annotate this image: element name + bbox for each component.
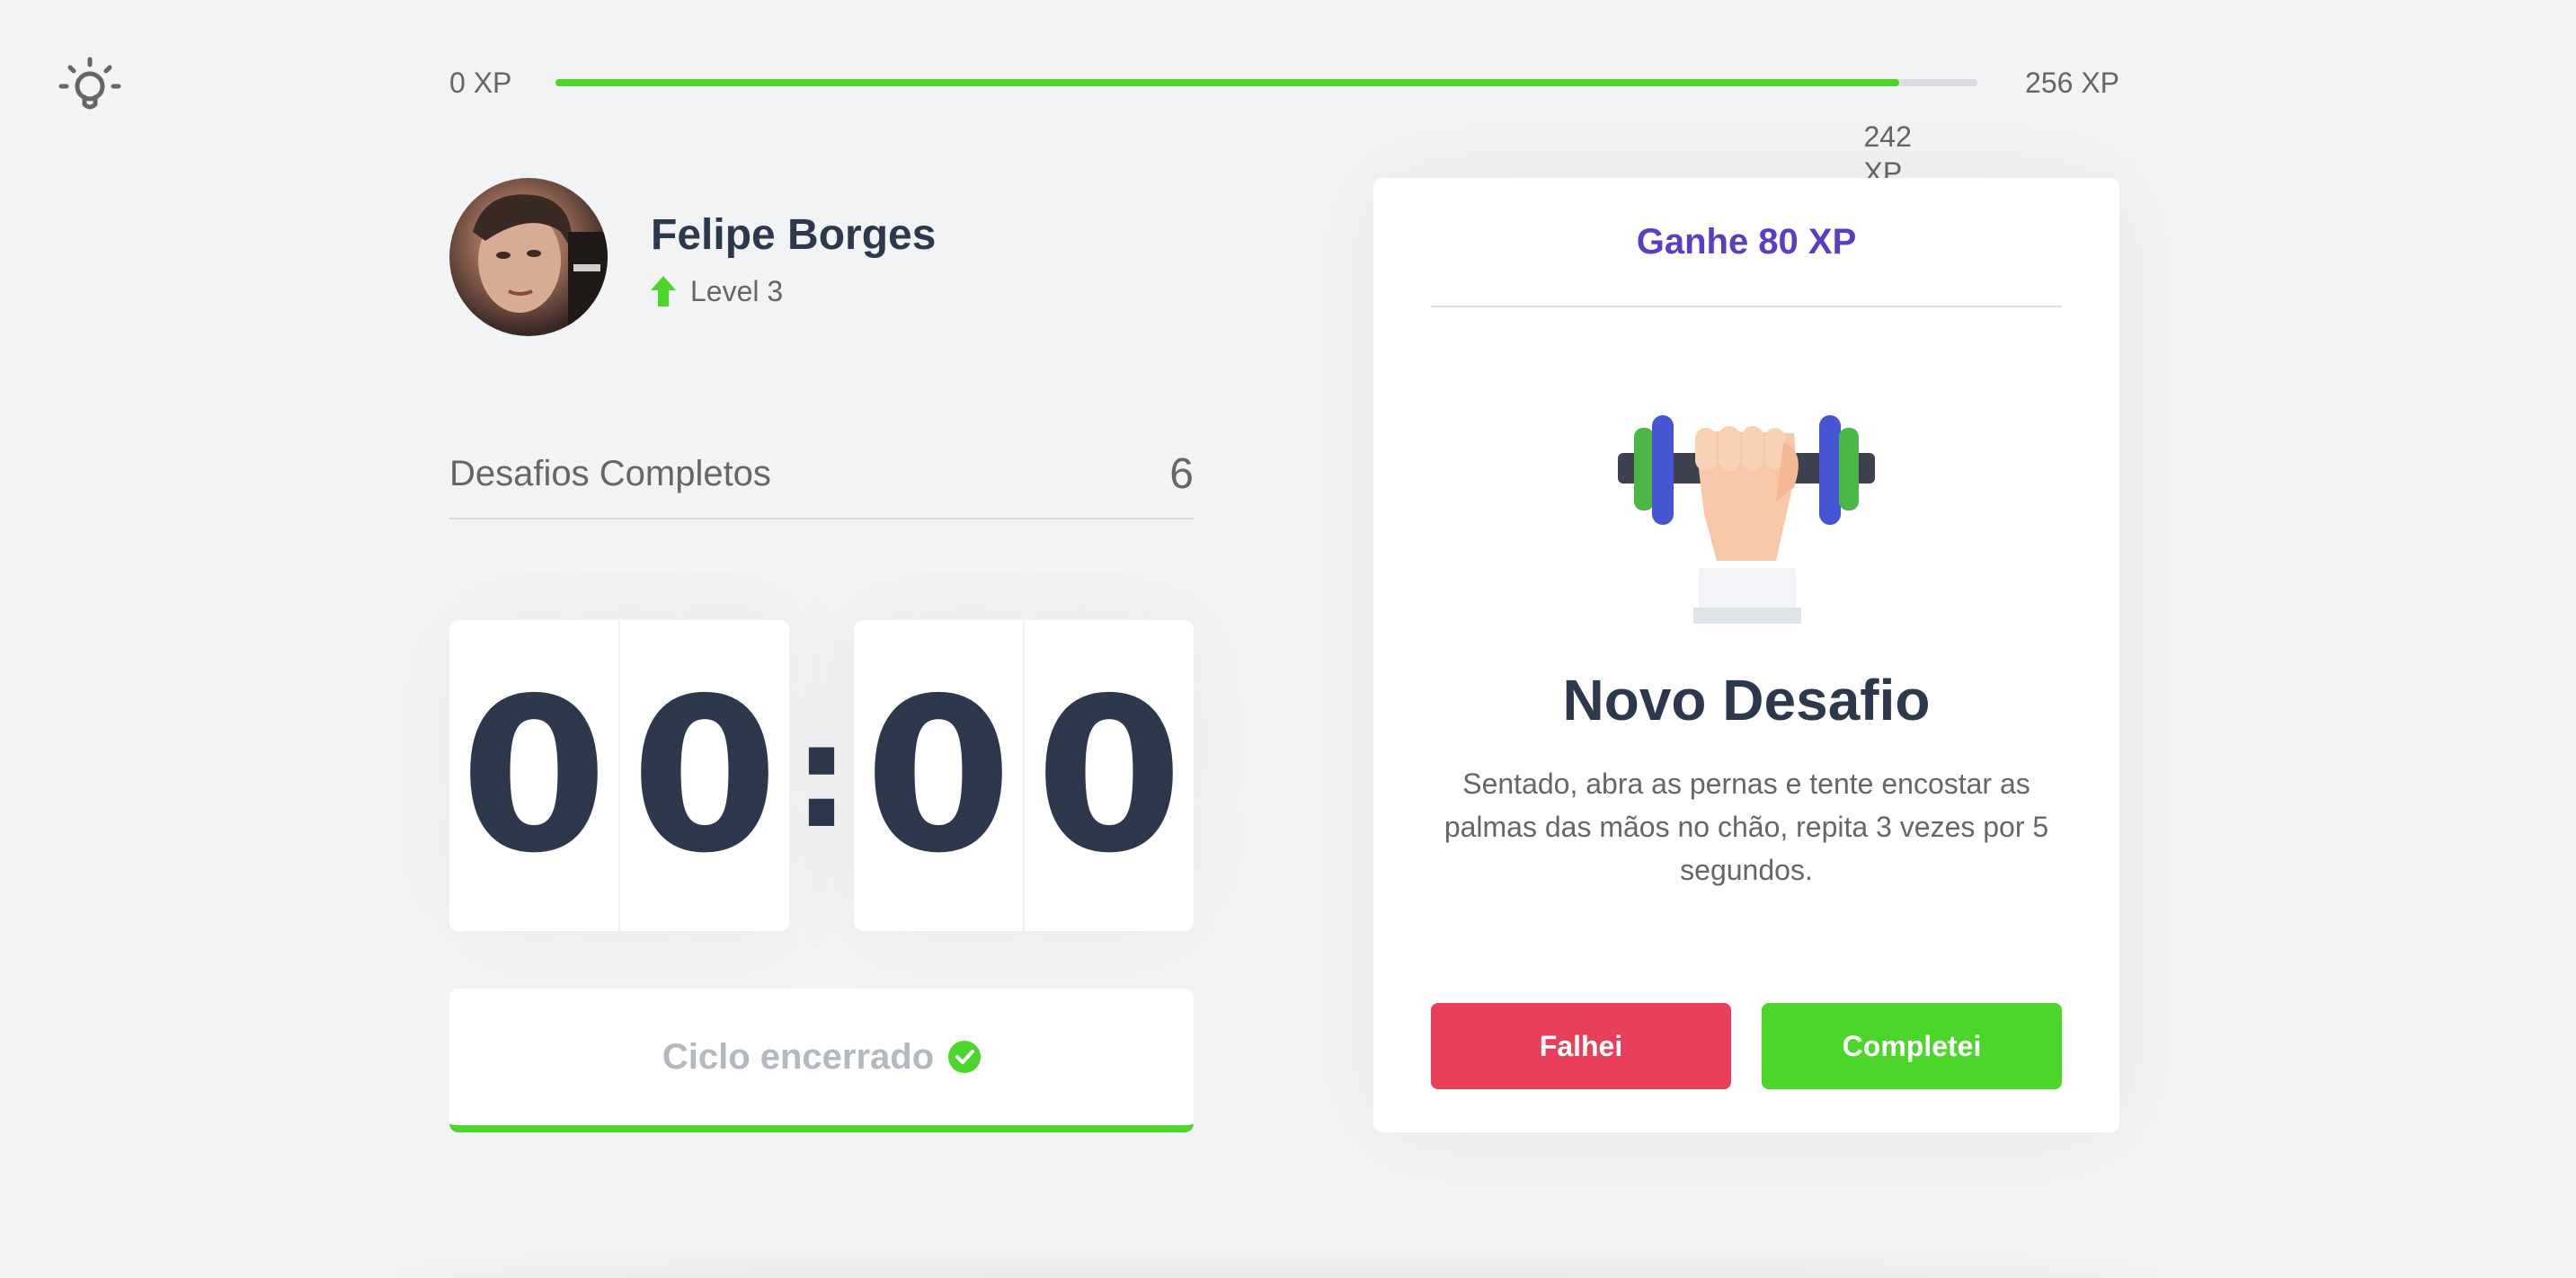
challenge-reward-label: Ganhe 80 XP (1636, 221, 1857, 262)
completed-challenges-count: 6 (1169, 449, 1194, 498)
challenge-reward: Ganhe 80 XP (1431, 178, 2062, 307)
challenge-card: Ganhe 80 XP Novo Desafio Sentado, abra a… (1373, 178, 2119, 1132)
xp-progress-fill (555, 79, 1900, 86)
countdown-separator: : (793, 691, 850, 860)
xp-max-label: 256 XP (2025, 67, 2119, 99)
challenge-title: Novo Desafio (1562, 668, 1931, 732)
level-up-arrow-icon (651, 276, 676, 306)
seconds-group: 0 0 (854, 620, 1194, 931)
experience-bar: 0 XP 242 XP 256 XP (449, 65, 2119, 189)
completed-button[interactable]: Completei (1762, 1003, 2062, 1089)
profile-level: Level 3 (651, 275, 936, 308)
second-digit-left: 0 (854, 620, 1025, 931)
failed-button[interactable]: Falhei (1431, 1003, 1731, 1089)
level-label: Level 3 (690, 274, 784, 307)
completed-challenges: Desafios Completos 6 (449, 430, 1194, 519)
cycle-ended-button[interactable]: Ciclo encerrado (449, 989, 1194, 1132)
bottom-shadow (378, 1267, 2175, 1278)
completed-challenges-label: Desafios Completos (449, 453, 771, 493)
profile-name: Felipe Borges (651, 210, 937, 259)
minute-digit-left: 0 (449, 620, 620, 931)
minutes-group: 0 0 (449, 620, 789, 931)
xp-track: 242 XP (555, 79, 1977, 189)
xp-min-label: 0 XP (449, 67, 512, 99)
minute-digit-right: 0 (630, 652, 779, 900)
challenge-actions: Falhei Completei (1431, 1003, 2062, 1089)
dumbbell-hand-icon (1618, 415, 1875, 624)
theme-toggle-button[interactable] (56, 54, 124, 122)
profile: Felipe Borges Level 3 (449, 178, 936, 336)
second-digit-right: 0 (1035, 652, 1184, 900)
countdown: 0 0 : 0 0 (449, 620, 1194, 931)
cycle-ended-label: Ciclo encerrado (662, 1036, 935, 1077)
challenge-description: Sentado, abra as pernas e tente encostar… (1443, 768, 2049, 886)
avatar (449, 178, 608, 336)
check-circle-icon (948, 1041, 982, 1073)
lightbulb-icon (56, 52, 124, 125)
